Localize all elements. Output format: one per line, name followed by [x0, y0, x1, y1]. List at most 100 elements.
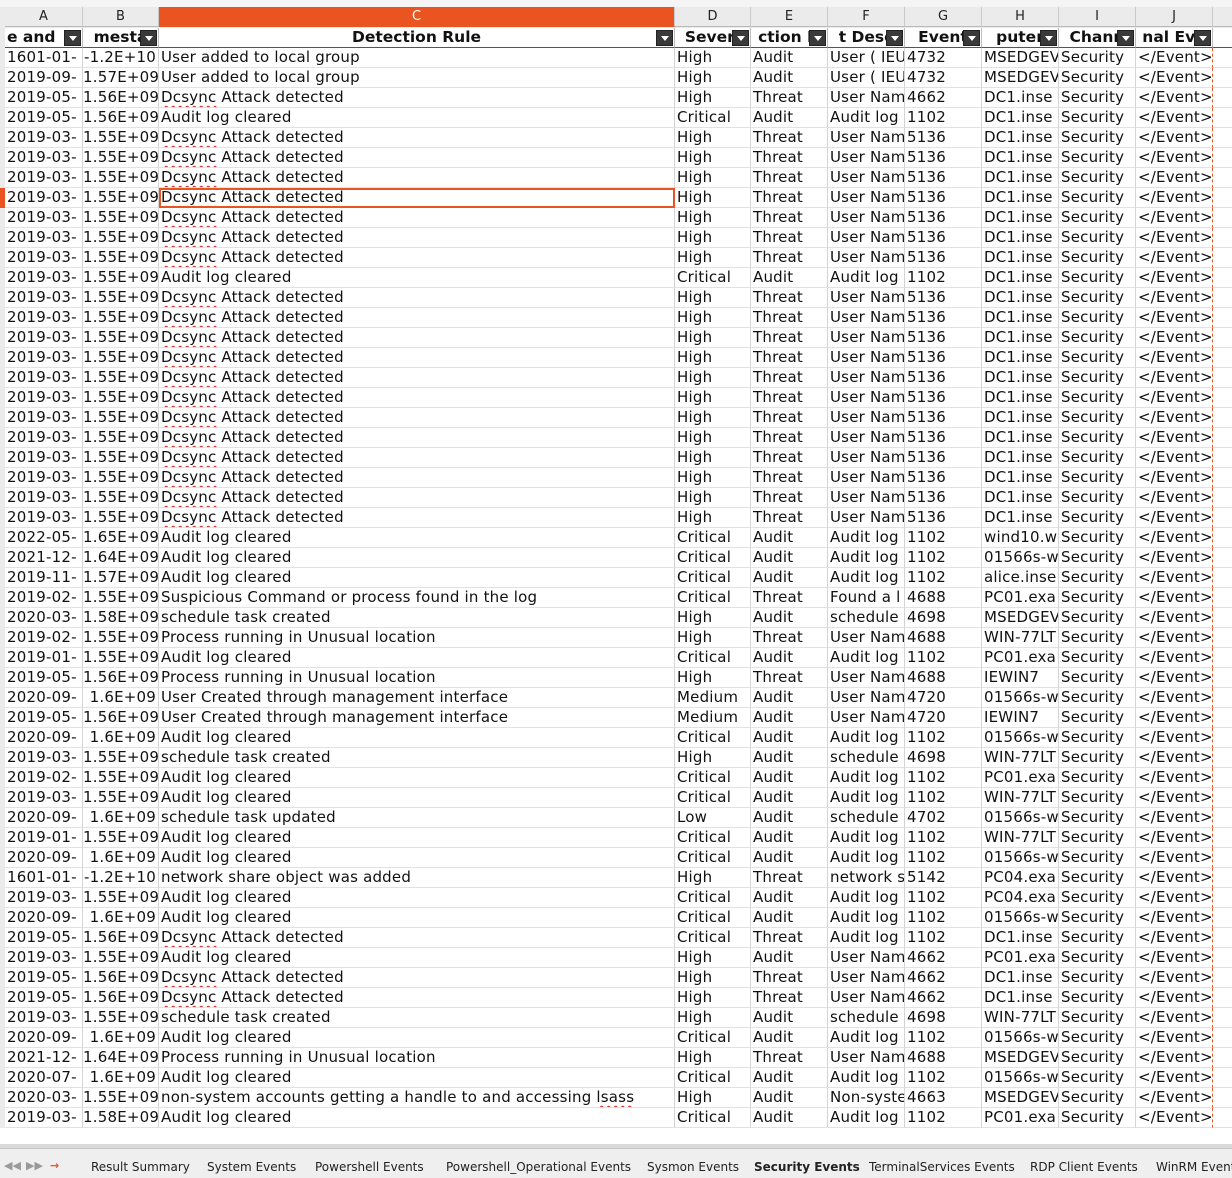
table-cell[interactable]: Dcsync Attack detected [159, 248, 675, 268]
table-cell[interactable]: </Event> [1136, 508, 1213, 528]
table-cell[interactable]: </Event> [1136, 708, 1213, 728]
table-cell[interactable]: 2019-03- [5, 1108, 83, 1128]
table-cell[interactable]: Non-syste [828, 1088, 905, 1108]
table-cell[interactable]: Security [1059, 988, 1136, 1008]
table-cell[interactable]: </Event> [1136, 428, 1213, 448]
table-cell[interactable]: MSEDGEV [982, 48, 1059, 68]
table-cell[interactable]: User Nam [828, 448, 905, 468]
table-cell[interactable]: User Nam [828, 388, 905, 408]
table-cell[interactable]: Dcsync Attack detected [159, 228, 675, 248]
table-cell[interactable]: Audit log cleared [159, 548, 675, 568]
table-cell[interactable]: Security [1059, 268, 1136, 288]
table-cell[interactable]: 1102 [905, 268, 982, 288]
table-cell[interactable]: 4702 [905, 808, 982, 828]
table-cell[interactable]: User Nam [828, 208, 905, 228]
table-cell[interactable]: High [675, 488, 751, 508]
table-cell[interactable]: High [675, 228, 751, 248]
table-cell[interactable]: Critical [675, 788, 751, 808]
table-cell[interactable]: WIN-77LT [982, 1008, 1059, 1028]
table-cell[interactable]: Threat [751, 88, 828, 108]
table-cell[interactable] [1213, 948, 1232, 968]
table-cell[interactable]: </Event> [1136, 468, 1213, 488]
table-cell[interactable]: </Event> [1136, 628, 1213, 648]
table-cell[interactable]: 5136 [905, 148, 982, 168]
table-cell[interactable]: 1.6E+09 [83, 1068, 159, 1088]
table-cell[interactable]: DC1.inse [982, 428, 1059, 448]
table-cell[interactable]: User Nam [828, 988, 905, 1008]
table-cell[interactable]: 1102 [905, 1028, 982, 1048]
table-cell[interactable]: Dcsync Attack detected [159, 988, 675, 1008]
table-cell[interactable]: High [675, 208, 751, 228]
table-cell[interactable]: </Event> [1136, 668, 1213, 688]
table-cell[interactable]: Security [1059, 108, 1136, 128]
table-cell[interactable]: Security [1059, 388, 1136, 408]
table-cell[interactable]: User Nam [828, 488, 905, 508]
dropdown-arrow-icon[interactable] [656, 30, 673, 46]
table-cell[interactable]: High [675, 508, 751, 528]
table-cell[interactable]: High [675, 388, 751, 408]
table-cell[interactable]: 2020-03- [5, 1088, 83, 1108]
table-cell[interactable]: Dcsync Attack detected [159, 508, 675, 528]
table-cell[interactable]: Medium [675, 708, 751, 728]
table-cell[interactable]: Security [1059, 68, 1136, 88]
table-cell[interactable]: Security [1059, 148, 1136, 168]
table-cell[interactable]: Audit [751, 1088, 828, 1108]
table-cell[interactable]: Audit [751, 648, 828, 668]
table-cell[interactable]: High [675, 448, 751, 468]
table-cell[interactable]: </Event> [1136, 388, 1213, 408]
table-cell[interactable]: PC01.exa [982, 588, 1059, 608]
table-cell[interactable]: Threat [751, 448, 828, 468]
table-cell[interactable]: 4663 [905, 1088, 982, 1108]
table-cell[interactable]: 2019-05- [5, 968, 83, 988]
table-cell[interactable] [1213, 548, 1232, 568]
table-cell[interactable]: 1.56E+09 [83, 108, 159, 128]
table-cell[interactable]: Audit log cleared [159, 528, 675, 548]
table-cell[interactable]: Dcsync Attack detected [159, 368, 675, 388]
table-cell[interactable]: Security [1059, 248, 1136, 268]
table-cell[interactable]: Security [1059, 408, 1136, 428]
table-cell[interactable]: Security [1059, 1048, 1136, 1068]
table-cell[interactable]: Audit log [828, 788, 905, 808]
table-cell[interactable]: Security [1059, 668, 1136, 688]
table-cell[interactable]: 1102 [905, 768, 982, 788]
table-cell[interactable] [1213, 448, 1232, 468]
table-cell[interactable]: </Event> [1136, 208, 1213, 228]
table-cell[interactable]: Security [1059, 348, 1136, 368]
table-cell[interactable]: DC1.inse [982, 108, 1059, 128]
table-cell[interactable]: 2021-12- [5, 1048, 83, 1068]
table-cell[interactable]: Critical [675, 548, 751, 568]
table-cell[interactable]: Audit log cleared [159, 728, 675, 748]
table-cell[interactable]: DC1.inse [982, 168, 1059, 188]
table-cell[interactable]: Audit log [828, 728, 905, 748]
table-cell[interactable]: 1102 [905, 828, 982, 848]
table-cell[interactable]: 1102 [905, 528, 982, 548]
table-cell[interactable]: 1102 [905, 568, 982, 588]
table-cell[interactable]: Security [1059, 1068, 1136, 1088]
table-cell[interactable] [1213, 228, 1232, 248]
table-cell[interactable]: Dcsync Attack detected [159, 968, 675, 988]
table-cell[interactable] [1213, 768, 1232, 788]
table-cell[interactable]: 1.64E+09 [83, 1048, 159, 1068]
table-cell[interactable]: 2020-09- [5, 728, 83, 748]
table-cell[interactable]: Audit log [828, 1108, 905, 1128]
table-cell[interactable]: </Event> [1136, 908, 1213, 928]
table-cell[interactable]: Threat [751, 368, 828, 388]
dropdown-arrow-icon[interactable] [809, 30, 826, 46]
table-cell[interactable] [1213, 128, 1232, 148]
table-cell[interactable]: 4688 [905, 1048, 982, 1068]
table-cell[interactable]: Audit log cleared [159, 788, 675, 808]
table-cell[interactable]: 5136 [905, 368, 982, 388]
table-cell[interactable]: </Event> [1136, 588, 1213, 608]
table-cell[interactable] [1213, 268, 1232, 288]
table-cell[interactable] [1213, 808, 1232, 828]
column-letter-H[interactable]: H [982, 7, 1059, 27]
table-cell[interactable]: Security [1059, 308, 1136, 328]
table-cell[interactable]: High [675, 628, 751, 648]
table-cell[interactable] [1213, 328, 1232, 348]
table-cell[interactable]: 1.6E+09 [83, 1028, 159, 1048]
table-cell[interactable]: Audit [751, 748, 828, 768]
table-cell[interactable]: Critical [675, 888, 751, 908]
table-cell[interactable]: 1.55E+09 [83, 308, 159, 328]
table-cell[interactable]: 1.55E+09 [83, 188, 159, 208]
table-cell[interactable]: Audit log [828, 548, 905, 568]
